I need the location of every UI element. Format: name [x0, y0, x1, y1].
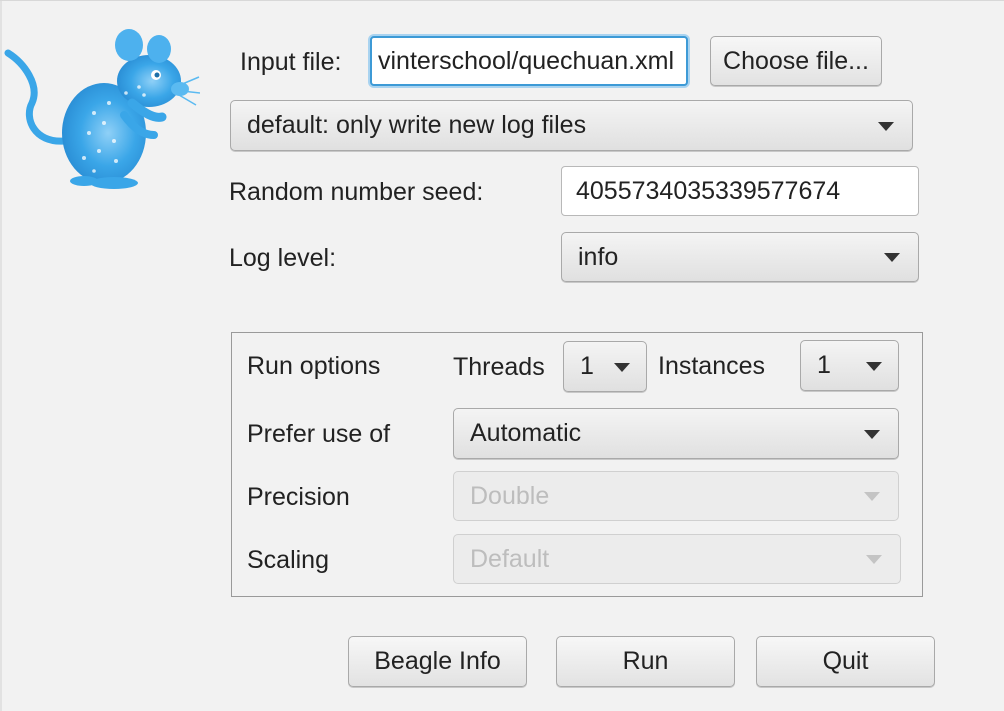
beagle-info-button[interactable]: Beagle Info	[348, 636, 527, 687]
instances-select[interactable]: 1	[800, 340, 899, 391]
precision-label: Precision	[247, 483, 350, 511]
chevron-down-icon	[864, 492, 880, 501]
threads-label: Threads	[453, 353, 545, 381]
chevron-down-icon	[884, 253, 900, 262]
scaling-label: Scaling	[247, 546, 329, 574]
precision-select: Double	[453, 471, 899, 521]
input-file-field[interactable]: vinterschool/quechuan.xml	[370, 36, 688, 86]
chevron-down-icon	[614, 362, 630, 372]
instances-label: Instances	[658, 352, 766, 380]
log-level-select[interactable]: info	[561, 232, 919, 282]
log-mode-value: default: only write new log files	[247, 111, 587, 139]
threads-value: 1	[580, 352, 594, 380]
log-level-value: info	[578, 242, 619, 271]
window-left-edge	[0, 1, 2, 711]
beagle-info-button-label: Beagle Info	[374, 647, 501, 675]
run-button-label: Run	[622, 647, 669, 675]
log-level-label: Log level:	[229, 244, 337, 272]
seed-label: Random number seed:	[229, 178, 484, 206]
prefer-use-select[interactable]: Automatic	[453, 408, 899, 459]
chevron-down-icon	[878, 121, 894, 131]
chevron-down-icon	[866, 555, 882, 564]
chevron-down-icon	[864, 429, 880, 439]
prefer-use-value: Automatic	[470, 419, 582, 447]
seed-input[interactable]: 4055734035339577674	[561, 166, 919, 216]
seed-value: 4055734035339577674	[576, 176, 841, 205]
beast-mouse-logo-icon	[4, 29, 200, 189]
scaling-value: Default	[470, 544, 550, 573]
chevron-down-icon	[866, 361, 882, 371]
input-file-value: vinterschool/quechuan.xml	[378, 46, 674, 75]
prefer-use-label: Prefer use of	[247, 420, 391, 448]
run-button[interactable]: Run	[556, 636, 735, 687]
quit-button-label: Quit	[822, 647, 869, 675]
beast-launcher-window: Input file: vinterschool/quechuan.xml Ch…	[0, 0, 1004, 711]
log-mode-select[interactable]: default: only write new log files	[230, 100, 913, 151]
choose-file-button[interactable]: Choose file...	[710, 36, 882, 86]
instances-value: 1	[817, 351, 831, 379]
precision-value: Double	[470, 481, 550, 510]
input-file-label: Input file:	[240, 48, 342, 76]
quit-button[interactable]: Quit	[756, 636, 935, 687]
threads-select[interactable]: 1	[563, 341, 647, 392]
choose-file-button-label: Choose file...	[723, 46, 869, 75]
run-options-label: Run options	[247, 352, 381, 380]
scaling-select: Default	[453, 534, 901, 584]
